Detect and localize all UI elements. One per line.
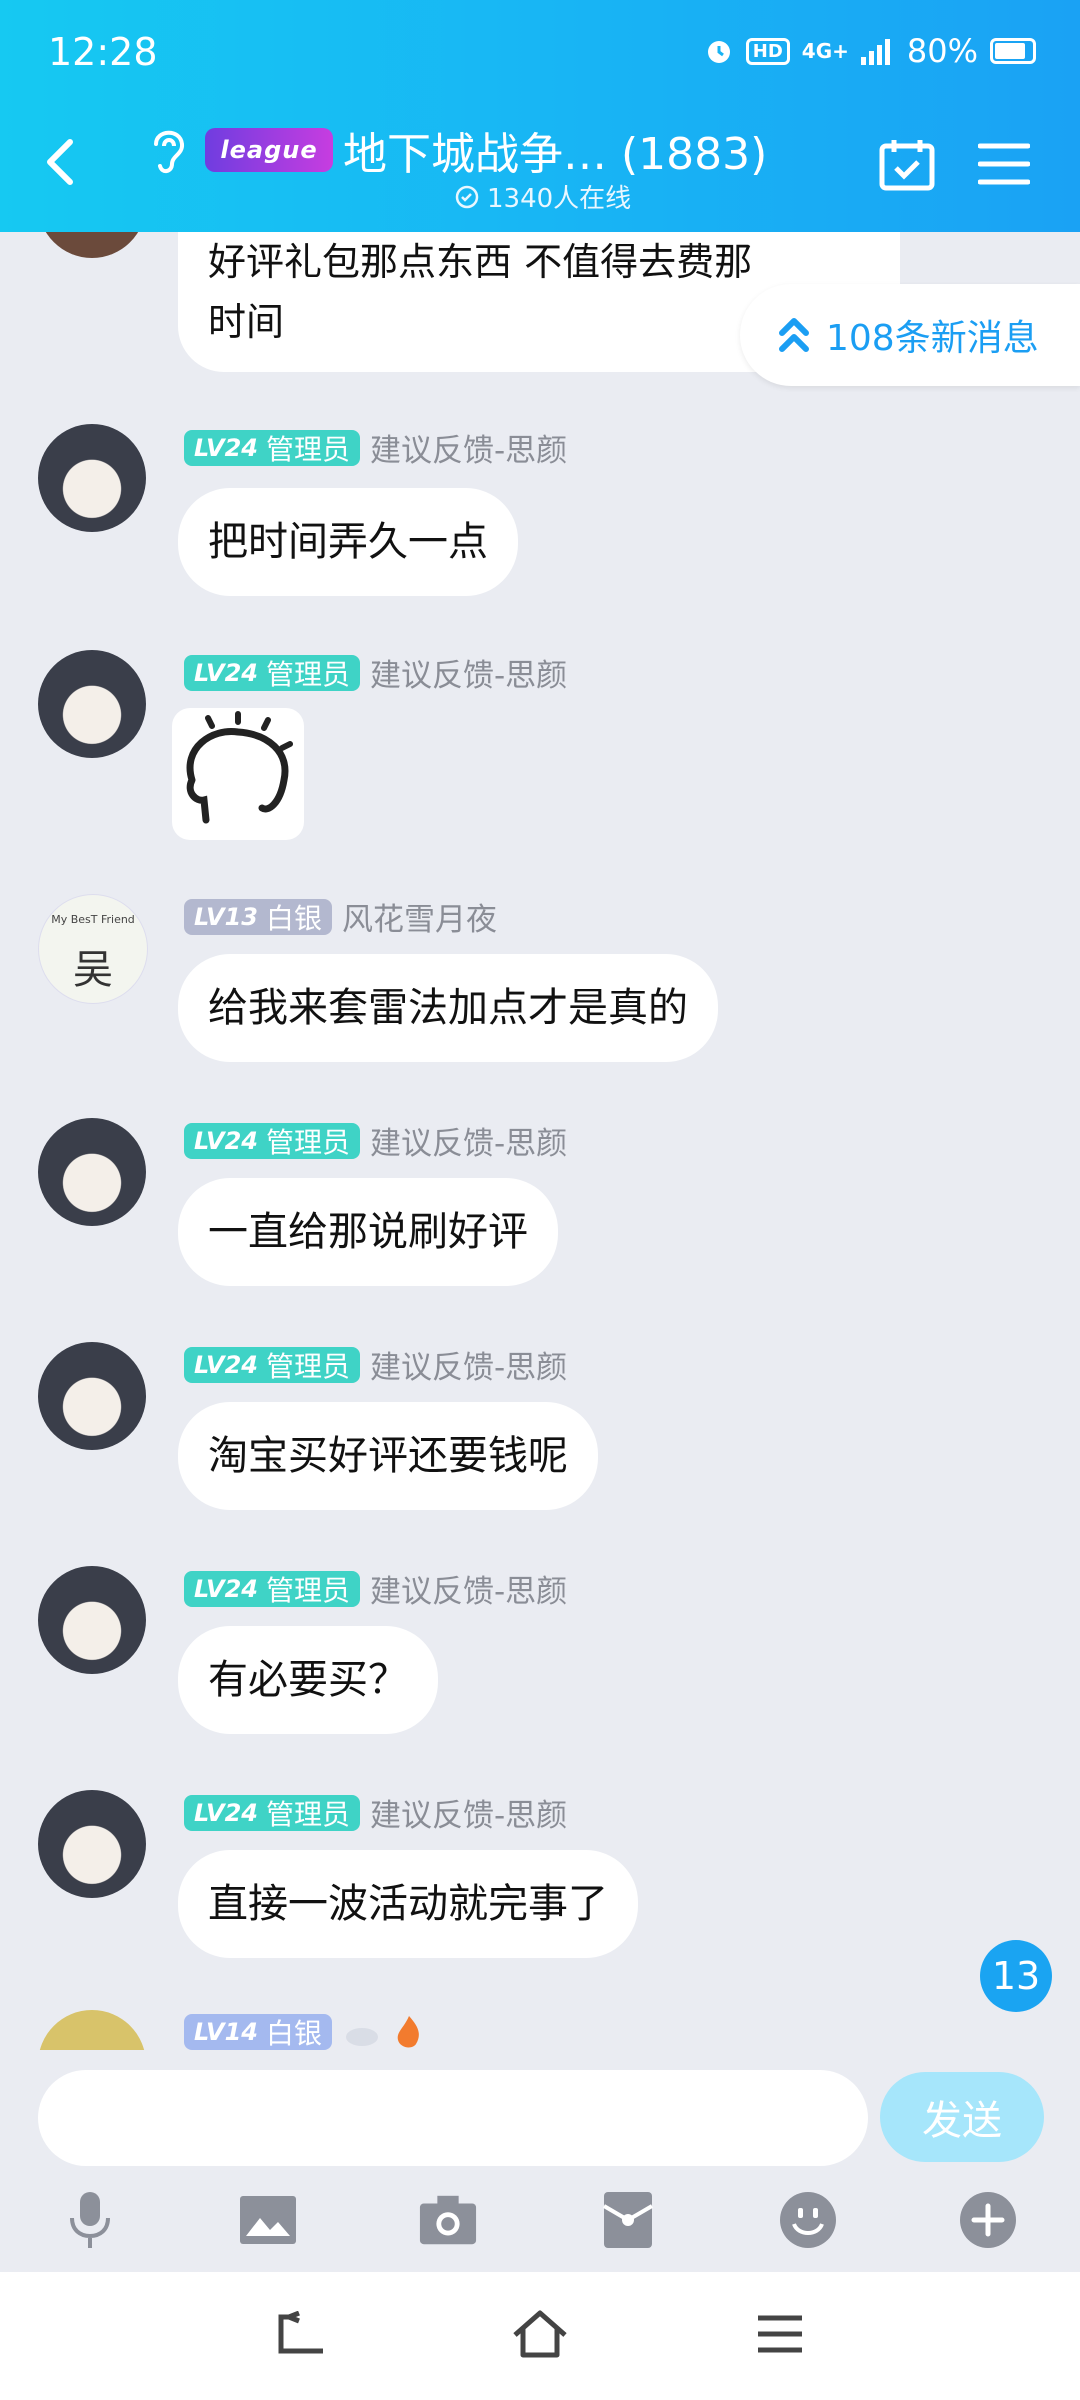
level-badge: LV24 管理员 bbox=[184, 1346, 360, 1383]
avatar[interactable] bbox=[38, 650, 146, 758]
unread-count-badge[interactable]: 13 bbox=[980, 1940, 1052, 2012]
double-chevron-up-icon bbox=[779, 318, 809, 352]
emoji-icon[interactable] bbox=[778, 2190, 838, 2250]
sender-name: 建议反馈-思颜 bbox=[369, 658, 568, 694]
group-logo: league bbox=[205, 128, 333, 172]
network-label: 4G+ bbox=[801, 39, 849, 63]
level-badge: LV24 管理员 bbox=[184, 429, 360, 466]
level-badge: LV14 白银 bbox=[184, 2014, 332, 2050]
avatar[interactable] bbox=[38, 1566, 146, 1674]
sender-name: 建议反馈-思颜 bbox=[369, 1574, 568, 1610]
online-count: 1340人在线 bbox=[455, 178, 631, 215]
signal-icon bbox=[860, 39, 890, 65]
sender-name: 风花雪月夜 bbox=[341, 902, 497, 938]
message-meta: LV24 管理员 建议反馈-思颜 bbox=[184, 1118, 567, 1163]
battery-percent: 80% bbox=[906, 32, 978, 70]
sender-name: 建议反馈-思颜 bbox=[369, 1798, 568, 1834]
send-button[interactable]: 发送 bbox=[880, 2072, 1044, 2162]
message-bubble[interactable]: 直接一波活动就完事了 bbox=[178, 1850, 638, 1958]
message-partial: LV14 白银 bbox=[0, 2010, 1080, 2050]
battery-icon bbox=[990, 38, 1036, 64]
ear-icon[interactable] bbox=[146, 124, 190, 180]
status-time: 12:28 bbox=[48, 30, 158, 74]
message-input[interactable] bbox=[38, 2070, 868, 2166]
calendar-check-icon bbox=[879, 140, 935, 191]
group-title-area[interactable]: league 地下城战争… (1883) bbox=[205, 118, 767, 182]
level-badge: LV24 管理员 bbox=[184, 1570, 360, 1607]
back-button[interactable] bbox=[40, 134, 90, 194]
level-badge: LV24 管理员 bbox=[184, 654, 360, 691]
hamburger-icon bbox=[977, 143, 1031, 185]
sender-name: 建议反馈-思颜 bbox=[369, 1350, 568, 1386]
message-meta: LV24 管理员 建议反馈-思颜 bbox=[184, 1342, 567, 1387]
message-text-line: 好评礼包那点东西 不值得去费那 bbox=[208, 240, 753, 284]
hd-badge: HD bbox=[745, 37, 790, 65]
nav-home-button[interactable] bbox=[508, 2302, 572, 2366]
avatar[interactable]: My BesT Friend 吴 bbox=[38, 894, 148, 1004]
message-meta: LV24 管理员 建议反馈-思颜 bbox=[184, 650, 567, 695]
menu-button[interactable] bbox=[977, 140, 1031, 192]
camera-icon[interactable] bbox=[418, 2190, 478, 2250]
group-title: 地下城战争… (1883) bbox=[343, 129, 768, 180]
microphone-icon[interactable] bbox=[60, 2190, 120, 2250]
avatar[interactable] bbox=[38, 1342, 146, 1450]
cloud-icon bbox=[345, 2028, 378, 2046]
sender-name: 建议反馈-思颜 bbox=[369, 433, 568, 469]
red-packet-icon[interactable] bbox=[598, 2190, 658, 2250]
message-bubble[interactable]: 给我来套雷法加点才是真的 bbox=[178, 954, 718, 1062]
sticker-message[interactable] bbox=[172, 708, 304, 840]
message-meta: LV24 管理员 建议反馈-思颜 bbox=[184, 425, 567, 470]
avatar[interactable] bbox=[38, 1790, 146, 1898]
menu-lines-icon bbox=[758, 2315, 802, 2353]
level-badge: LV24 管理员 bbox=[184, 1122, 360, 1159]
sender-name: 建议反馈-思颜 bbox=[369, 1126, 568, 1162]
calendar-checkin-button[interactable] bbox=[878, 136, 936, 196]
status-icons: HD 4G+ 80% bbox=[704, 32, 1036, 70]
plus-icon[interactable] bbox=[958, 2190, 1018, 2250]
message-meta: LV24 管理员 建议反馈-思颜 bbox=[184, 1790, 567, 1835]
sticker-image bbox=[186, 711, 293, 824]
message-bubble[interactable]: 淘宝买好评还要钱呢 bbox=[178, 1402, 598, 1510]
alarm-icon bbox=[707, 41, 730, 63]
home-icon bbox=[513, 2310, 567, 2358]
new-messages-button[interactable]: 108条新消息 bbox=[740, 284, 1080, 386]
back-arrow-icon bbox=[47, 139, 73, 185]
message-meta: LV24 管理员 建议反馈-思颜 bbox=[184, 1566, 567, 1611]
message-meta: LV13 白银 风花雪月夜 bbox=[184, 894, 497, 939]
message-meta: LV14 白银 bbox=[184, 2014, 426, 2050]
image-icon[interactable] bbox=[238, 2190, 298, 2250]
avatar[interactable] bbox=[38, 2010, 146, 2050]
message-bubble[interactable]: 把时间弄久一点 bbox=[178, 488, 518, 596]
avatar[interactable] bbox=[38, 424, 146, 532]
message-bubble[interactable]: 有必要买？ bbox=[178, 1626, 438, 1734]
nav-back-button[interactable] bbox=[270, 2302, 334, 2366]
nav-recents-button[interactable] bbox=[748, 2302, 812, 2366]
level-badge: LV13 白银 bbox=[184, 898, 332, 935]
flame-icon bbox=[397, 2016, 419, 2048]
message-bubble[interactable]: 一直给那说刷好评 bbox=[178, 1178, 558, 1286]
avatar[interactable] bbox=[38, 1118, 146, 1226]
level-badge: LV24 管理员 bbox=[184, 1794, 360, 1831]
back-icon bbox=[278, 2311, 323, 2354]
check-circle-icon bbox=[455, 185, 479, 208]
